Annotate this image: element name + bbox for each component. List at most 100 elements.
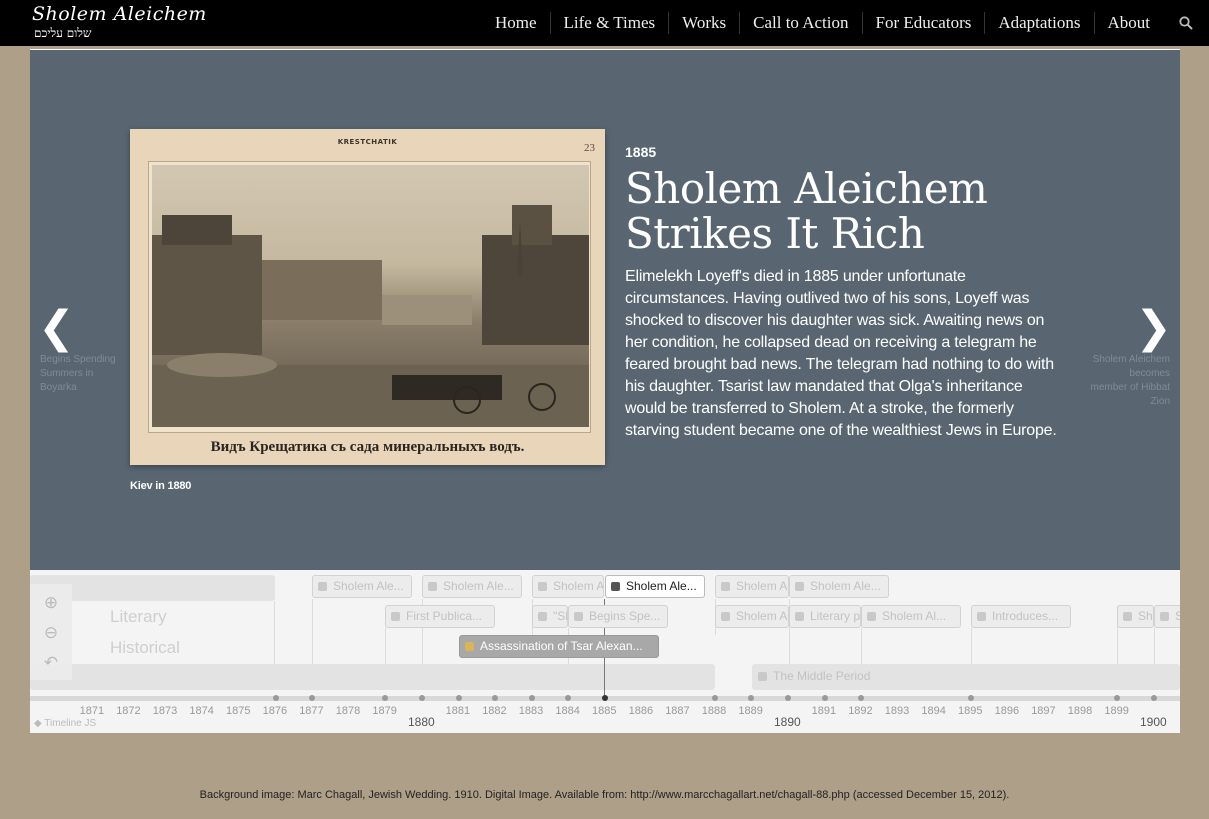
axis-tick	[711, 695, 718, 701]
timeline-marker-historical[interactable]: Assassination of Tsar Alexan...	[459, 635, 659, 658]
axis-decade-label: 1900	[1140, 715, 1167, 729]
timeline-credit-text: Timeline JS	[44, 718, 97, 729]
axis-year-label: 1893	[884, 705, 910, 717]
timeline-marker[interactable]: Sholem Al...	[861, 605, 961, 628]
axis-year-label: 1898	[1067, 705, 1093, 717]
chevron-left-icon[interactable]: ❮	[38, 306, 75, 350]
grid-line	[1154, 628, 1155, 664]
timeline-marker[interactable]: "Sh	[532, 605, 568, 628]
marker-label: "Sh	[553, 609, 567, 623]
photo-number: 23	[584, 142, 595, 154]
band-label-literary: Literary	[110, 607, 167, 626]
axis-year-label: 1895	[958, 705, 983, 717]
axis-tick	[1151, 695, 1157, 701]
timeline-era-marker[interactable]: The Middle Period	[752, 665, 1180, 688]
timeline-marker[interactable]: Sholem Ale...	[312, 575, 412, 598]
marker-label: Sholem A	[736, 609, 788, 623]
axis-year-label: 1892	[848, 705, 873, 717]
timeline-marker[interactable]: Sh	[1117, 605, 1154, 628]
axis-decade-label: 1890	[774, 715, 801, 729]
marker-icon	[758, 672, 767, 681]
event-title: Sholem Aleichem Strikes It Rich	[625, 164, 988, 258]
nav-call-to-action[interactable]: Call to Action	[739, 12, 861, 34]
nav-home[interactable]: Home	[482, 12, 550, 34]
grid-line	[274, 601, 275, 664]
page-footer: Background image: Marc Chagall, Jewish W…	[199, 789, 1010, 801]
nav-for-educators[interactable]: For Educators	[861, 12, 985, 34]
axis-year-label: 1878	[335, 705, 361, 717]
marker-icon	[391, 612, 400, 621]
timeline-marker[interactable]: Begins Spe...	[568, 605, 668, 628]
timeline-marker[interactable]: S	[1154, 605, 1180, 628]
marker-label: Sh	[1138, 609, 1153, 623]
axis-year-label: 1891	[811, 705, 837, 717]
grid-line	[861, 628, 862, 664]
axis-tick	[785, 695, 791, 701]
zoom-in-icon[interactable]: ⊕	[40, 592, 62, 614]
marker-icon	[428, 582, 437, 591]
axis-year-label: 1879	[372, 705, 397, 717]
marker-label: Sholem Ale...	[333, 579, 404, 593]
axis-year-label: 1872	[116, 705, 141, 717]
axis-year-label: 1875	[226, 705, 251, 717]
axis-year-label: 1882	[482, 705, 507, 717]
axis-year-label: 1884	[555, 705, 580, 717]
marker-label: Literary p	[810, 609, 861, 623]
axis-year-label: 1899	[1104, 705, 1129, 717]
marker-icon	[318, 582, 327, 591]
timeline-marker[interactable]: Introduces...	[971, 605, 1071, 628]
timeline-marker[interactable]: Sholem Ale...	[422, 575, 522, 598]
slide-photo: KRESTCHATIK 23 Видъ Крещатика съ сада ми…	[130, 129, 605, 465]
marker-label: Sholem Ale...	[443, 579, 514, 593]
timeline-marker[interactable]: Sholem A	[715, 605, 789, 628]
timeline-marker[interactable]: Sholem A	[532, 575, 604, 598]
nav-about[interactable]: About	[1093, 12, 1164, 34]
marker-icon	[721, 612, 730, 621]
marker-label: First Publica...	[406, 609, 483, 623]
axis-year-label: 1881	[445, 705, 471, 717]
search-icon[interactable]	[1163, 0, 1209, 46]
axis-tick	[968, 695, 974, 701]
photo-credit: Kiev in 1880	[130, 480, 192, 492]
timeline-credit: ◆ Timeline JS	[34, 718, 97, 729]
axis-year-label: 1896	[994, 705, 1020, 717]
timeline-marker[interactable]: Sholem Ale...	[789, 575, 889, 598]
marker-icon	[795, 582, 804, 591]
era-label: The Middle Period	[773, 669, 871, 683]
timeline-marker-active[interactable]: Sholem Ale...	[605, 575, 705, 598]
axis-tick	[528, 695, 535, 701]
timeline-marker[interactable]: Sholem A	[715, 575, 789, 598]
logo-hebrew-text: שלום עליכם	[34, 26, 92, 40]
next-slide-label[interactable]: Sholem Aleichem becomes member of Hibbat…	[1090, 353, 1170, 409]
nav-works[interactable]: Works	[668, 12, 739, 34]
marker-label: Sholem Ale...	[626, 579, 697, 593]
timeline-marker[interactable]: Literary p	[789, 605, 861, 628]
axis-decade-label: 1880	[408, 715, 435, 729]
axis-tick	[821, 695, 828, 701]
chevron-right-icon[interactable]: ❯	[1135, 306, 1172, 350]
axis-tick	[272, 695, 279, 701]
marker-label: Begins Spe...	[589, 609, 661, 623]
marker-label: Sholem Al...	[882, 609, 947, 623]
nav-adaptations[interactable]: Adaptations	[984, 12, 1093, 34]
reset-icon[interactable]: ↶	[40, 652, 62, 674]
axis-year-label: 1887	[665, 705, 690, 717]
band-label-historical: Historical	[110, 638, 180, 657]
marker-icon	[867, 612, 876, 621]
marker-icon	[538, 582, 547, 591]
axis-year-label: 1897	[1031, 705, 1056, 717]
zoom-out-icon[interactable]: ⊖	[40, 622, 62, 644]
axis-year-label: 1894	[921, 705, 946, 717]
axis-year-label: 1876	[262, 705, 288, 717]
timeline-marker[interactable]: First Publica...	[385, 605, 495, 628]
grid-line	[312, 599, 313, 664]
nav-life-times[interactable]: Life & Times	[549, 12, 669, 34]
marker-icon	[1160, 612, 1169, 621]
site-logo[interactable]: Sholem Aleichem שלום עליכם	[32, 3, 207, 41]
event-year: 1885	[625, 144, 657, 160]
marker-label: Introduces...	[992, 609, 1059, 623]
previous-slide-label[interactable]: Begins Spending Summers in Boyarka	[40, 353, 130, 395]
marker-icon	[574, 612, 583, 621]
photo-top-label: KRESTCHATIK	[337, 138, 398, 146]
marker-label: Sholem Ale...	[810, 579, 881, 593]
